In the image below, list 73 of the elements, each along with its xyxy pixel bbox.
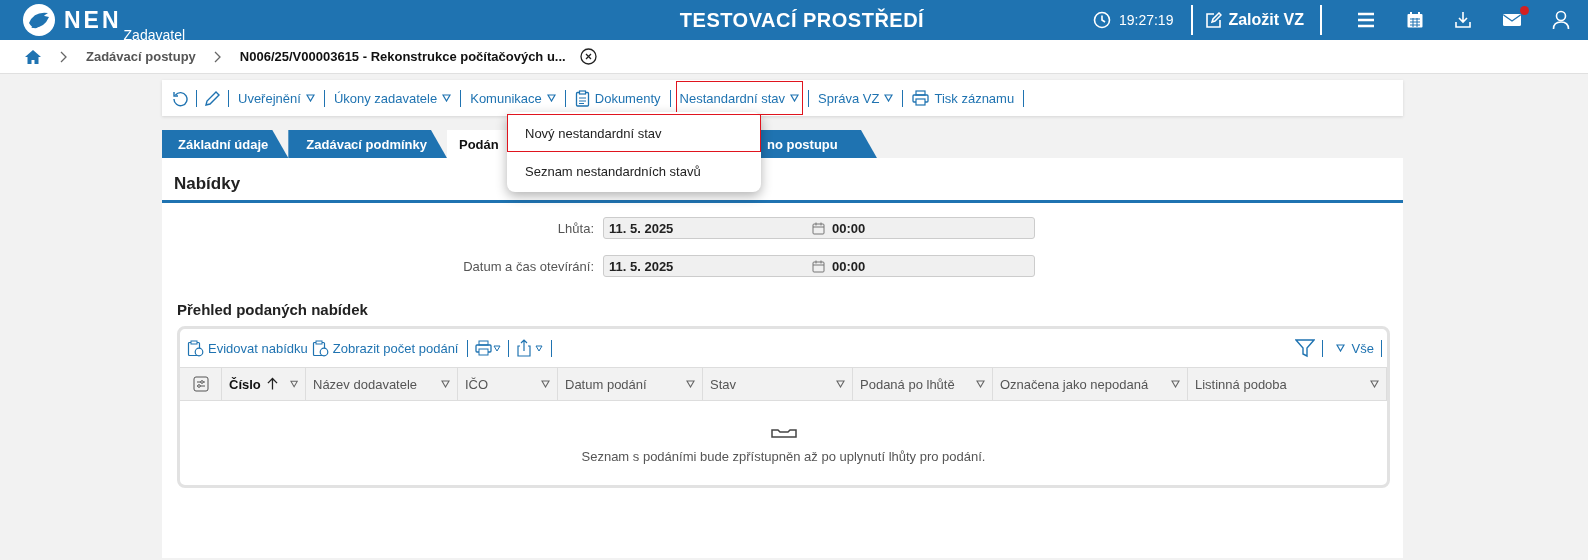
caret-icon [305, 94, 315, 102]
caret-icon [686, 380, 695, 388]
breadcrumb-link[interactable]: N006/25/V00003615 - Rekonstrukce počítačových u... [239, 49, 566, 64]
logo-text: NEN [64, 6, 122, 34]
toolbar-button[interactable]: Správa VZ [814, 81, 898, 115]
download-icon[interactable] [1454, 11, 1472, 29]
clock-time: 19:27:19 [1118, 12, 1174, 28]
caret-icon [976, 380, 985, 388]
toolbar-button[interactable]: Dokumenty [570, 81, 665, 115]
clock-icon [1092, 11, 1111, 29]
datetime-field[interactable]: 11. 5. 2025 00:00 [603, 255, 1035, 277]
empty-tray-icon [770, 427, 797, 439]
caret-icon [546, 94, 556, 102]
tab[interactable]: Základní údaje [162, 130, 289, 158]
pencil-icon[interactable] [204, 89, 221, 107]
column-header[interactable]: Listinná podoba [1188, 368, 1387, 400]
table-toolbar-button[interactable]: Zobrazit počet podání [311, 339, 459, 357]
column-header[interactable]: Označena jako nepodaná [993, 368, 1188, 400]
environment-title: TESTOVACÍ PROSTŘEDÍ [678, 8, 926, 32]
toolbar-button[interactable]: Uveřejnění [234, 81, 319, 115]
table-title: Přehled podaných nabídek [177, 301, 369, 318]
clipboard-icon [187, 339, 204, 357]
calendar-icon[interactable] [1406, 11, 1424, 29]
chevron-icon [60, 50, 68, 63]
user-icon[interactable] [1552, 10, 1570, 30]
empty-message: Seznam s podáními bude zpřístupněn až po uplynutí lhůty pro podání. [581, 449, 986, 464]
clipboard-icon [311, 339, 329, 357]
printer-icon [912, 90, 930, 106]
clipboard-icon [574, 89, 590, 107]
tab[interactable]: Zadávací podmínky [288, 130, 447, 158]
field-label: Lhůta: [556, 220, 594, 236]
print-icon[interactable] [475, 340, 502, 356]
breadcrumb-link[interactable]: Zadávací postupy [86, 49, 196, 64]
calendar-icon[interactable] [812, 259, 825, 273]
caret-icon [442, 94, 452, 102]
caret-icon [790, 94, 800, 102]
column-header[interactable]: Podaná po lhůtě [853, 368, 993, 400]
toolbar-button[interactable]: Tisk záznamu [908, 81, 1019, 115]
toolbar-button[interactable]: Úkony zadavatele [329, 81, 456, 115]
caret-icon [541, 380, 550, 388]
create-button[interactable]: Založit VZ [1205, 11, 1304, 29]
caret-icon [1335, 344, 1345, 352]
table-toolbar-button[interactable]: Evidovat nabídku [187, 339, 308, 357]
menu-item[interactable]: Seznam nestandardních stavů [507, 152, 761, 190]
toolbar-button[interactable]: Komunikace [466, 81, 560, 115]
home-icon[interactable] [24, 48, 42, 65]
mail-icon[interactable] [1502, 12, 1522, 28]
filter-dropdown[interactable]: Vše [1335, 340, 1374, 356]
caret-icon [836, 380, 845, 388]
column-settings-icon[interactable] [192, 376, 209, 392]
menu-item[interactable]: Nový nestandardní stav [507, 114, 761, 152]
filter-icon[interactable] [1294, 338, 1315, 358]
export-icon[interactable] [516, 339, 545, 357]
edit-icon [1205, 11, 1223, 29]
column-header[interactable]: Datum podání [558, 368, 703, 400]
refresh-icon[interactable] [172, 89, 189, 107]
column-header[interactable]: Číslo [222, 368, 306, 400]
caret-icon [289, 380, 298, 388]
menu-icon[interactable] [1356, 11, 1376, 29]
datetime-field[interactable]: 11. 5. 2025 00:00 [603, 217, 1035, 239]
column-header[interactable]: Stav [703, 368, 853, 400]
role-label: Zadavatel [123, 27, 186, 43]
close-icon[interactable] [579, 48, 597, 65]
chevron-icon [213, 50, 222, 63]
calendar-icon[interactable] [812, 221, 825, 235]
column-header[interactable]: IČO [458, 368, 558, 400]
caret-icon [1171, 380, 1180, 388]
column-header[interactable]: Název dodavatele [306, 368, 458, 400]
field-label: Datum a čas otevírání: [462, 258, 594, 274]
caret-icon [441, 380, 450, 388]
caret-icon [884, 94, 894, 102]
logo-icon [22, 3, 56, 37]
caret-icon [1370, 380, 1379, 388]
